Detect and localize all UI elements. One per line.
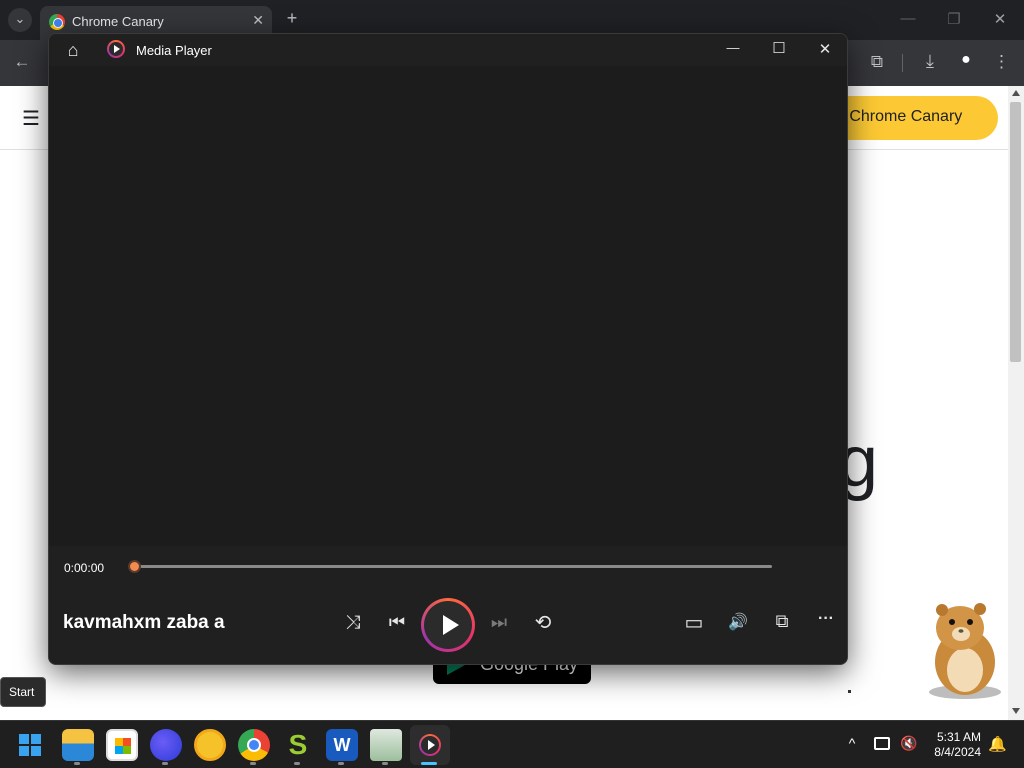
sheets-icon[interactable]: S [282, 729, 314, 761]
tab-search-button[interactable]: ⌄ [8, 8, 32, 32]
scroll-down-icon[interactable] [1012, 708, 1020, 714]
windows-logo-icon [19, 734, 41, 756]
close-tab-icon[interactable]: ✕ [252, 12, 264, 29]
network-icon[interactable] [874, 737, 890, 750]
start-button[interactable] [16, 731, 44, 759]
previous-icon[interactable]: ⏮ [385, 612, 409, 633]
chrome-indicator [250, 762, 256, 765]
media-player-active-indicator [421, 762, 437, 765]
current-time: 0:00:00 [64, 561, 105, 575]
file-explorer-indicator [74, 762, 80, 765]
play-icon [424, 601, 472, 649]
page-dot [848, 690, 851, 693]
clock-date: 8/4/2024 [934, 745, 981, 759]
window-restore-button[interactable]: ❐ [944, 10, 964, 28]
firefox-indicator [162, 762, 168, 765]
miniplayer-icon[interactable]: ⧉ [770, 611, 794, 632]
sheets-indicator [294, 762, 300, 765]
notification-bell-icon[interactable]: 🔔 [988, 735, 1007, 753]
chrome-menu-icon[interactable]: ⋮ [993, 52, 1010, 72]
tab-title: Chrome Canary [72, 14, 164, 29]
toolbar-divider [902, 54, 903, 72]
repeat-icon[interactable]: ⟲ [531, 610, 555, 635]
volume-muted-icon[interactable]: 🔇 [900, 735, 918, 752]
scroll-up-icon[interactable] [1012, 90, 1020, 96]
track-name: kavmahxm zaba a [63, 612, 225, 633]
next-icon[interactable]: ⏭ [487, 612, 511, 633]
window-minimize-button[interactable]: — [898, 10, 918, 27]
scroll-thumb[interactable] [1010, 102, 1021, 362]
video-area[interactable] [49, 66, 847, 546]
file-explorer-icon[interactable] [62, 729, 94, 761]
playback-controls: 0:00:00 kavmahxm zaba a ⤨ ⏮ ⏭ ⟲ ▭ 🔊 ⧉ ··… [49, 546, 847, 664]
app-title: Media Player [136, 43, 212, 58]
word-indicator [338, 762, 344, 765]
play-button[interactable] [421, 598, 475, 652]
media-player-taskbar-button[interactable] [410, 725, 450, 765]
recycle-indicator [382, 762, 388, 765]
system-clock[interactable]: 5:31 AM 8/4/2024 [925, 730, 981, 760]
media-player-window: ⌂ Media Player — ☐ ✕ 0:00:00 kavmahxm za… [48, 33, 848, 665]
home-icon[interactable]: ⌂ [63, 40, 83, 61]
window-close-button[interactable]: ✕ [990, 10, 1010, 28]
more-options-icon[interactable]: ··· [814, 610, 838, 628]
captions-icon[interactable]: ▭ [682, 610, 706, 635]
word-icon[interactable]: W [326, 729, 358, 761]
taskbar: S W ^ 🔇 5:31 AM 8/4/2024 🔔 [0, 720, 1024, 768]
shuffle-icon[interactable]: ⤨ [341, 612, 365, 634]
download-icon[interactable]: ⤓ [919, 51, 941, 72]
new-tab-button[interactable]: + [282, 8, 302, 29]
clock-time: 5:31 AM [936, 730, 981, 744]
minimize-button[interactable]: — [723, 40, 743, 55]
maximize-button[interactable]: ☐ [769, 39, 789, 57]
media-player-titlebar: ⌂ Media Player — ☐ ✕ [49, 34, 847, 66]
media-player-app-icon [107, 40, 125, 58]
seek-bar[interactable] [134, 565, 772, 568]
seek-thumb[interactable] [128, 560, 141, 573]
volume-icon[interactable]: 🔊 [726, 612, 750, 632]
recycle-bin-icon[interactable] [370, 729, 402, 761]
start-tooltip: Start [0, 677, 46, 707]
close-button[interactable]: ✕ [815, 40, 835, 58]
back-button[interactable]: ← [12, 52, 32, 72]
hamster-mascot [929, 603, 1001, 699]
firefox-icon[interactable] [150, 729, 182, 761]
extensions-icon[interactable]: ⧉ [866, 52, 888, 72]
show-hidden-icons-chevron[interactable]: ^ [842, 735, 862, 751]
hamburger-menu-icon[interactable]: ☰ [22, 106, 40, 131]
microsoft-store-icon[interactable] [106, 729, 138, 761]
profile-icon[interactable]: ● [956, 51, 976, 69]
chrome-icon [49, 14, 65, 30]
chrome-taskbar-icon[interactable] [238, 729, 270, 761]
norton-icon[interactable] [194, 729, 226, 761]
